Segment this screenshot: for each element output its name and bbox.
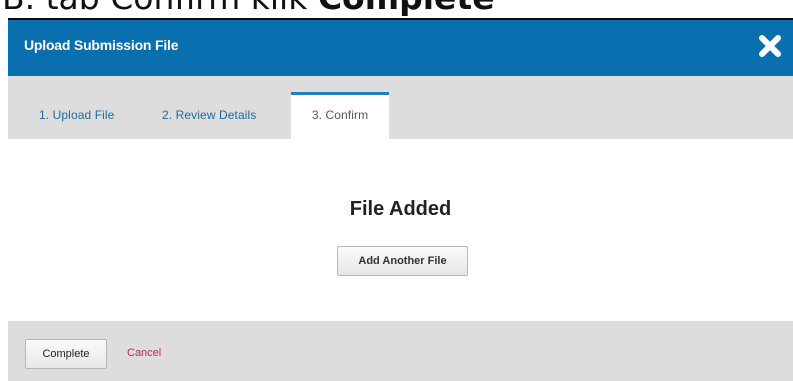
tab-upload-file[interactable]: 1. Upload File — [39, 92, 114, 139]
page-caption: B. tab Confirm klik Complete — [0, 0, 793, 18]
file-added-heading: File Added — [349, 198, 452, 220]
add-another-file-button[interactable]: Add Another File — [337, 246, 468, 276]
caption-emphasis: Complete — [318, 0, 495, 17]
dialog-content: File Added Add Another File — [8, 139, 793, 321]
tab-bar: 1. Upload File 2. Review Details 3. Conf… — [8, 76, 793, 139]
complete-button[interactable]: Complete — [25, 339, 107, 369]
dialog-header: Upload Submission File — [8, 18, 793, 76]
cancel-link[interactable]: Cancel — [127, 347, 161, 359]
caption-text: B. tab Confirm klik Complete — [2, 0, 495, 18]
close-icon — [759, 35, 781, 57]
dialog-title: Upload Submission File — [24, 37, 179, 53]
caption-prefix: B. tab Confirm klik — [2, 0, 318, 17]
tab-confirm[interactable]: 3. Confirm — [291, 92, 389, 139]
dialog-footer: Complete Cancel — [8, 321, 793, 381]
tab-review-details[interactable]: 2. Review Details — [162, 92, 256, 139]
close-button[interactable] — [757, 31, 783, 61]
